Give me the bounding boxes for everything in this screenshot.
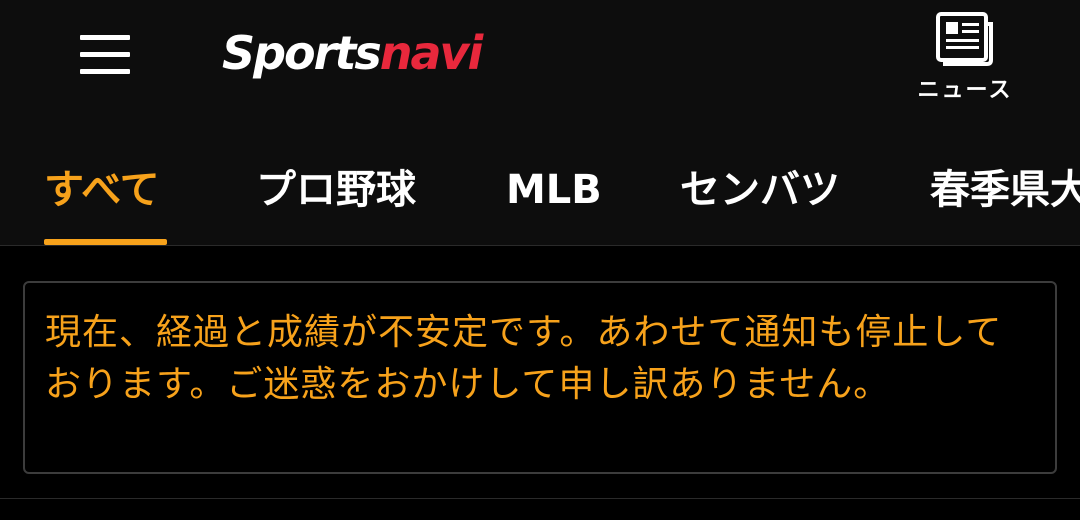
- hamburger-menu-icon: [80, 35, 130, 40]
- divider: [0, 498, 1080, 499]
- hamburger-menu-icon-bar: [80, 69, 130, 74]
- news-button[interactable]: ニュース: [905, 6, 1025, 103]
- logo-text-navi: navi: [379, 26, 484, 80]
- notice-message: 現在、経過と成績が不安定です。あわせて通知も停止しております。ご迷惑をおかけして…: [45, 312, 1003, 405]
- hamburger-menu-button[interactable]: [64, 20, 146, 90]
- sportsnavi-logo[interactable]: Sportsnavi: [222, 18, 484, 88]
- tab-all[interactable]: すべて: [44, 140, 160, 246]
- active-tab-indicator: [44, 239, 167, 245]
- hamburger-menu-icon-bar: [80, 52, 130, 57]
- tab-pro-baseball[interactable]: プロ野球: [256, 140, 416, 246]
- tab-senbatsu[interactable]: センバツ: [680, 140, 840, 246]
- app-header: Sportsnavi ニュース すべて プロ野球 MLB センバツ 春季県大: [0, 0, 1080, 246]
- logo-text-sports: Sports: [222, 26, 382, 80]
- category-tabs: すべて プロ野球 MLB センバツ 春季県大: [0, 140, 1080, 246]
- tab-spring-prefectural[interactable]: 春季県大: [930, 140, 1080, 246]
- newspaper-icon: [936, 12, 993, 66]
- news-label: ニュース: [917, 78, 1013, 103]
- tab-mlb[interactable]: MLB: [506, 140, 602, 246]
- notice-box: 現在、経過と成績が不安定です。あわせて通知も停止しております。ご迷惑をおかけして…: [23, 281, 1057, 474]
